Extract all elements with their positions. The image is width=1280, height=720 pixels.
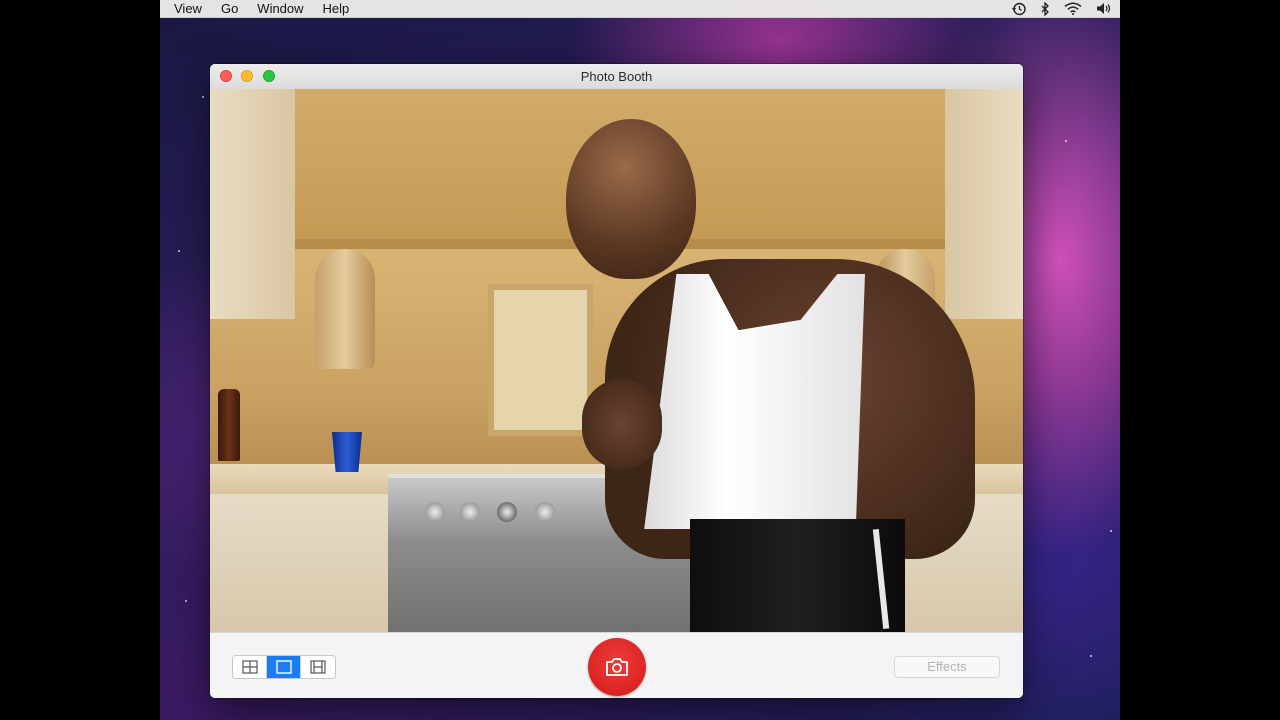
stove-knob: [535, 502, 555, 522]
star: [1090, 655, 1092, 657]
single-view-icon: [275, 660, 292, 674]
left-corbel: [315, 249, 375, 369]
bluetooth-icon[interactable]: [1040, 1, 1050, 16]
stove-knob: [460, 502, 480, 522]
left-cabinet: [210, 89, 295, 319]
photo-booth-window: Photo Booth Effects: [210, 64, 1023, 698]
view-mode-segmented-control: [232, 655, 336, 679]
menu-go[interactable]: Go: [211, 0, 247, 17]
effects-button[interactable]: Effects: [894, 656, 1000, 678]
menu-help[interactable]: Help: [313, 0, 359, 17]
title-bar[interactable]: Photo Booth: [210, 64, 1023, 90]
menu-status-area: [1012, 1, 1120, 16]
desktop: View Go Window Help Photo Booth Effects: [160, 0, 1120, 720]
right-cabinet: [945, 89, 1023, 319]
filmstrip-view-button[interactable]: [301, 656, 335, 678]
window-title: Photo Booth: [580, 69, 653, 84]
star: [178, 250, 180, 252]
blue-cup: [332, 432, 362, 472]
filmstrip-view-icon: [310, 660, 326, 674]
star: [1110, 530, 1112, 532]
star: [202, 96, 204, 98]
stove-knob: [425, 502, 445, 522]
star: [185, 600, 187, 602]
grid-view-icon: [241, 660, 258, 674]
grid-view-button[interactable]: [233, 656, 267, 678]
take-photo-button[interactable]: [588, 638, 646, 696]
wifi-icon[interactable]: [1064, 2, 1082, 15]
single-view-button[interactable]: [267, 656, 301, 678]
menu-bar: View Go Window Help: [160, 0, 1120, 18]
menu-view[interactable]: View: [160, 0, 211, 17]
person-hand: [582, 379, 662, 469]
menu-window[interactable]: Window: [247, 0, 312, 17]
stove-knob: [497, 502, 517, 522]
time-machine-icon[interactable]: [1012, 2, 1026, 16]
camera-icon: [606, 658, 628, 676]
star: [1065, 140, 1067, 142]
person-head: [566, 119, 696, 279]
bottom-toolbar: Effects: [210, 632, 1023, 698]
bottle: [218, 389, 240, 461]
camera-preview: [210, 89, 1023, 632]
tile-mural: [488, 284, 593, 436]
volume-icon[interactable]: [1096, 2, 1112, 15]
